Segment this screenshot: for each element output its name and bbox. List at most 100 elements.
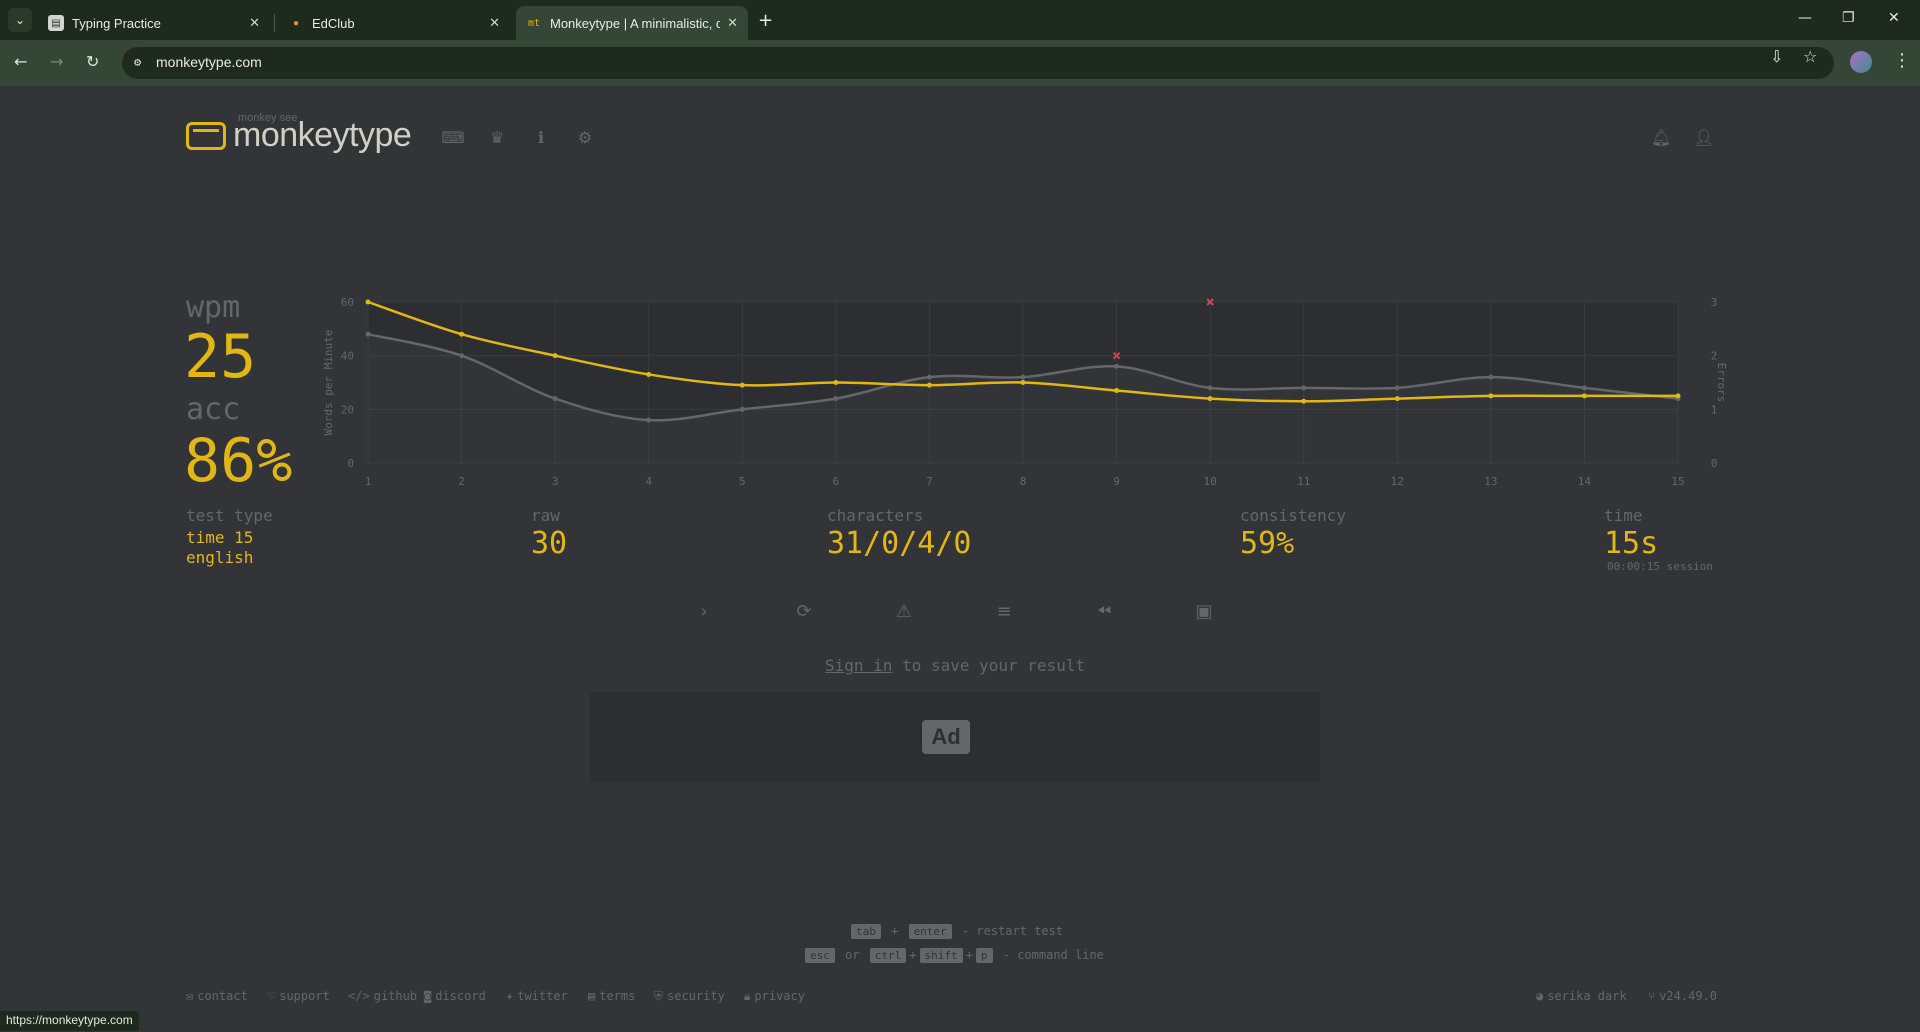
key-p: p bbox=[975, 948, 993, 963]
donate-icon: ♡ bbox=[268, 989, 276, 1003]
account-user-icon[interactable]: 👤︎ bbox=[1693, 126, 1715, 148]
site-info-icon[interactable]: ⚙ bbox=[134, 55, 150, 71]
settings-gear-icon[interactable]: ⚙ bbox=[574, 126, 596, 148]
screenshot-image-icon[interactable]: ▣ bbox=[1193, 600, 1215, 622]
session-time: 00:00:15 session bbox=[1607, 560, 1713, 573]
time-value[interactable]: 15s bbox=[1604, 526, 1658, 561]
ad-container[interactable]: Ad bbox=[590, 692, 1320, 782]
key-esc: esc bbox=[805, 948, 835, 963]
key-enter: enter bbox=[908, 924, 952, 939]
signin-rest-text: to save your result bbox=[892, 656, 1086, 675]
restart-hint: tab + enter - restart test bbox=[848, 924, 1063, 939]
x-tick-label: 8 bbox=[1020, 475, 1027, 488]
wpm-value[interactable]: 25 bbox=[184, 322, 256, 392]
wpm-point bbox=[739, 382, 745, 388]
tab-monkeytype[interactable]: mt Monkeytype | A minimalistic, cu ✕ bbox=[516, 6, 748, 40]
restore-icon[interactable]: ❐ bbox=[1842, 10, 1855, 26]
browser-menu-icon[interactable]: ⋮ bbox=[1893, 50, 1911, 71]
minimize-icon[interactable]: — bbox=[1798, 10, 1812, 26]
raw-point bbox=[739, 406, 745, 412]
key-tab: tab bbox=[851, 924, 881, 939]
raw-point bbox=[1114, 363, 1120, 369]
words-history-icon[interactable]: ≡ bbox=[993, 600, 1015, 622]
info-icon[interactable]: ℹ bbox=[530, 126, 552, 148]
x-tick-label: 9 bbox=[1113, 475, 1120, 488]
keyboard-icon[interactable]: ⌨ bbox=[441, 126, 464, 148]
raw-point bbox=[1020, 374, 1026, 380]
install-app-icon[interactable]: ⇩ bbox=[1770, 47, 1783, 66]
logo-text[interactable]: monkeytype bbox=[233, 116, 412, 155]
footer-version[interactable]: ⑂ v24.49.0 bbox=[1648, 989, 1717, 1003]
restart-icon[interactable]: ⟳ bbox=[793, 600, 815, 622]
x-tick-label: 14 bbox=[1578, 475, 1592, 488]
command-line-hint-text: - command line bbox=[1002, 948, 1104, 962]
y-tick-label: 40 bbox=[341, 350, 354, 363]
monkeytype-logo-icon[interactable] bbox=[186, 122, 226, 150]
footer-contact[interactable]: ✉ contact bbox=[186, 989, 248, 1003]
new-tab-button[interactable]: + bbox=[758, 10, 773, 31]
wpm-point bbox=[1020, 380, 1026, 385]
tab-search-button[interactable]: ⌄ bbox=[8, 8, 32, 32]
notifications-bell-icon[interactable]: 🔔︎ bbox=[1650, 126, 1672, 148]
y-tick-label: 0 bbox=[347, 457, 354, 470]
characters-value[interactable]: 31/0/4/0 bbox=[827, 526, 972, 561]
y-tick-label: 20 bbox=[341, 403, 354, 416]
y2-axis-label: Errors bbox=[1715, 363, 1728, 403]
url-text[interactable]: monkeytype.com bbox=[156, 54, 262, 70]
wpm-point bbox=[1675, 393, 1681, 399]
footer-security[interactable]: ⛨ security bbox=[654, 989, 725, 1004]
reload-icon[interactable]: ↻ bbox=[86, 52, 99, 71]
wpm-point bbox=[646, 371, 652, 377]
wpm-point bbox=[552, 353, 558, 359]
code-icon: </> bbox=[348, 989, 370, 1003]
lock-icon: 🔒︎ bbox=[744, 989, 751, 1003]
raw-value[interactable]: 30 bbox=[531, 526, 567, 561]
profile-avatar[interactable] bbox=[1850, 51, 1872, 73]
footer-discord[interactable]: ◙ discord bbox=[424, 989, 486, 1003]
crown-icon[interactable]: ♛ bbox=[486, 126, 508, 148]
monkeytype-page: monkey see monkeytype ⌨ ♛ ℹ ⚙ 🔔︎ 👤︎ wpm … bbox=[0, 86, 1920, 1032]
x-tick-label: 11 bbox=[1297, 475, 1310, 488]
acc-value[interactable]: 86% bbox=[184, 426, 292, 496]
twitter-icon: ✦ bbox=[506, 989, 514, 1003]
close-icon[interactable]: ✕ bbox=[489, 15, 500, 31]
footer-terms[interactable]: ▤ terms bbox=[588, 989, 635, 1003]
raw-point bbox=[1301, 385, 1307, 391]
y2-tick-label: 0 bbox=[1711, 457, 1718, 470]
test-type-label: test type bbox=[186, 506, 273, 525]
browser-toolbar: ← → ↻ ⚙ monkeytype.com ⇩ ☆ ⋮ bbox=[0, 40, 1920, 86]
window-close-icon[interactable]: ✕ bbox=[1888, 10, 1900, 26]
wpm-point bbox=[833, 380, 839, 385]
bookmark-star-icon[interactable]: ☆ bbox=[1803, 47, 1817, 66]
x-tick-label: 7 bbox=[926, 475, 933, 488]
footer-support[interactable]: ♡ support bbox=[268, 989, 330, 1003]
characters-label: characters bbox=[827, 506, 924, 525]
key-ctrl: ctrl bbox=[869, 948, 907, 963]
y2-tick-label: 1 bbox=[1711, 403, 1718, 416]
footer-theme[interactable]: ◕ serika dark bbox=[1536, 989, 1627, 1003]
next-test-icon[interactable]: › bbox=[693, 600, 715, 622]
tab-typing-practice[interactable]: ▤ Typing Practice ✕ bbox=[38, 6, 270, 40]
footer-privacy[interactable]: 🔒︎ privacy bbox=[744, 989, 805, 1004]
tab-edclub[interactable]: ● EdClub ✕ bbox=[278, 6, 510, 40]
wpm-point bbox=[365, 299, 371, 305]
signin-link[interactable]: Sign in bbox=[825, 656, 892, 675]
back-icon[interactable]: ← bbox=[14, 52, 27, 71]
footer-twitter[interactable]: ✦ twitter bbox=[506, 989, 568, 1003]
consistency-value[interactable]: 59% bbox=[1240, 526, 1294, 561]
plus-sign: + bbox=[891, 924, 906, 938]
or-text: or bbox=[845, 948, 860, 962]
raw-point bbox=[926, 374, 932, 380]
document-icon: ▤ bbox=[588, 989, 596, 1003]
y2-tick-label: 3 bbox=[1711, 296, 1718, 309]
raw-point bbox=[1394, 385, 1400, 391]
address-bar[interactable]: ⚙ monkeytype.com bbox=[122, 47, 1834, 79]
test-type-time: time 15 bbox=[186, 528, 254, 547]
forward-icon[interactable]: → bbox=[50, 52, 63, 71]
footer-github[interactable]: </> github bbox=[348, 989, 417, 1003]
replay-icon[interactable]: ⏪︎ bbox=[1093, 600, 1115, 622]
close-icon[interactable]: ✕ bbox=[249, 15, 260, 31]
missed-words-warning-icon[interactable]: ⚠ bbox=[893, 600, 915, 622]
wpm-label: wpm bbox=[186, 290, 241, 325]
close-icon[interactable]: ✕ bbox=[727, 15, 738, 31]
